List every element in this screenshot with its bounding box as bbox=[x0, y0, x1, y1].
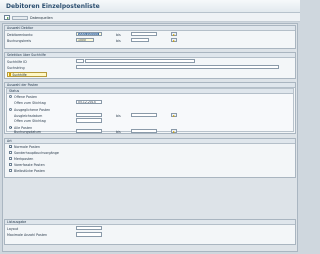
to-label: bis bbox=[116, 129, 121, 134]
debtor-account-from-value: 0000100000 bbox=[78, 31, 99, 36]
search-help-button[interactable]: Suchhilfe bbox=[7, 71, 47, 77]
open-key-date-2-label: Offen zum Stichtag bbox=[14, 119, 46, 123]
open-key-date-input[interactable]: 05.12.2014 bbox=[76, 99, 102, 105]
group-debtor-selection: Auswahl Debitor bbox=[4, 25, 296, 49]
search-string-input[interactable] bbox=[76, 64, 279, 70]
group-list-output: Listausgabe bbox=[4, 219, 296, 245]
debtor-account-to-input[interactable] bbox=[131, 31, 157, 37]
remaining-items-label: Bleibstücke Posten bbox=[14, 169, 46, 173]
clearing-date-from-input[interactable] bbox=[76, 112, 102, 118]
noted-items-label: Merkposten bbox=[14, 157, 34, 161]
status-title: Status bbox=[7, 89, 293, 94]
posting-date-label: Buchungsdatum bbox=[14, 129, 41, 134]
noted-items-checkbox[interactable] bbox=[9, 157, 13, 161]
multiple-selection-icon[interactable] bbox=[171, 37, 177, 43]
company-code-from-input[interactable]: 1000 bbox=[76, 37, 94, 43]
debtor-account-label: Debitorenkonto bbox=[7, 32, 33, 37]
group-title: Auswahl Debitor bbox=[5, 26, 295, 31]
datasource-button[interactable]: Datenquellen bbox=[30, 16, 53, 20]
open-key-date-2-input[interactable] bbox=[76, 118, 102, 123]
debtor-account-from-input[interactable]: 0000100000 bbox=[76, 31, 102, 37]
search-string-label: Suchstring bbox=[7, 65, 25, 70]
open-items-label: Offene Posten bbox=[14, 95, 38, 99]
group-type: Art bbox=[4, 138, 296, 178]
layout-label: Layout bbox=[7, 226, 19, 231]
execute-icon[interactable] bbox=[4, 15, 10, 20]
max-items-input[interactable] bbox=[76, 232, 102, 237]
posting-date-from-input[interactable] bbox=[76, 128, 102, 134]
search-help-id-description bbox=[85, 58, 195, 64]
parked-items-label: Vorerfasste Posten bbox=[14, 163, 45, 167]
page-title: Debitoren Einzelpostenliste bbox=[6, 2, 100, 10]
cleared-items-label: Ausgeglichene Posten bbox=[14, 108, 51, 112]
normal-items-checkbox[interactable]: ✓ bbox=[9, 145, 13, 149]
multiple-selection-icon[interactable] bbox=[171, 128, 177, 134]
open-key-date-label: Offen zum Stichtag bbox=[14, 100, 46, 105]
search-help-id-label: Suchhilfe ID bbox=[7, 59, 27, 64]
group-title: Selektion über Suchhilfe bbox=[5, 53, 295, 58]
special-gl-label: Sonderhauptbuchvorgänge bbox=[14, 151, 59, 155]
layout-input[interactable] bbox=[76, 225, 102, 231]
group-title: Art bbox=[5, 139, 295, 144]
to-label: bis bbox=[116, 32, 121, 37]
multiple-selection-icon[interactable] bbox=[171, 31, 177, 37]
group-title: Listausgabe bbox=[5, 220, 295, 225]
datasource-field[interactable] bbox=[12, 15, 28, 20]
multiple-selection-icon[interactable] bbox=[171, 112, 177, 118]
clearing-date-to-input[interactable] bbox=[131, 112, 157, 118]
to-label: bis bbox=[116, 38, 121, 43]
remaining-items-checkbox[interactable] bbox=[9, 169, 13, 173]
normal-items-label: Normale Posten bbox=[14, 145, 41, 149]
to-label: bis bbox=[116, 113, 121, 118]
posting-date-to-input[interactable] bbox=[131, 128, 157, 134]
special-gl-checkbox[interactable] bbox=[9, 151, 13, 155]
company-code-label: Buchungskreis bbox=[7, 38, 32, 43]
search-help-button-label: Suchhilfe bbox=[12, 72, 27, 77]
parked-items-checkbox[interactable] bbox=[9, 163, 13, 167]
clearing-date-label: Ausgleichsdatum bbox=[14, 113, 43, 118]
max-items-label: Maximale Anzahl Posten bbox=[7, 233, 48, 237]
search-help-id-input[interactable] bbox=[76, 58, 84, 64]
company-code-to-input[interactable] bbox=[131, 37, 149, 43]
